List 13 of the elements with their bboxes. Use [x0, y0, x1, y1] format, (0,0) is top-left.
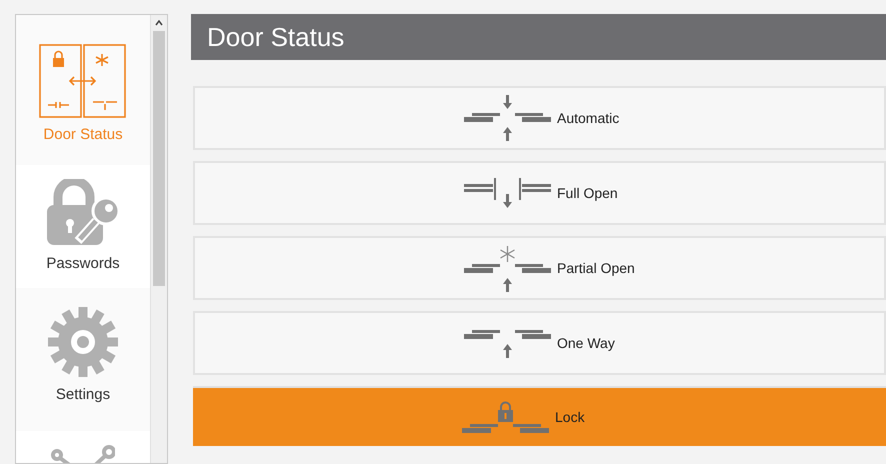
gear-icon [47, 306, 119, 378]
mode-button[interactable]: Lock [193, 386, 886, 446]
mode-button[interactable]: Partial Open [193, 236, 886, 300]
page-title: Door Status [207, 20, 344, 54]
scroll-up-icon[interactable] [155, 20, 163, 26]
scrollbar[interactable] [150, 15, 167, 463]
mode-button[interactable]: Full Open [193, 161, 886, 225]
network-icon [51, 445, 115, 463]
sidebar-item[interactable]: Settings [16, 288, 150, 431]
door-status-icon [39, 44, 127, 118]
mode-button[interactable]: Automatic [193, 86, 886, 150]
scrollbar-thumb[interactable] [153, 31, 165, 286]
mode-button[interactable]: One Way [193, 311, 886, 375]
